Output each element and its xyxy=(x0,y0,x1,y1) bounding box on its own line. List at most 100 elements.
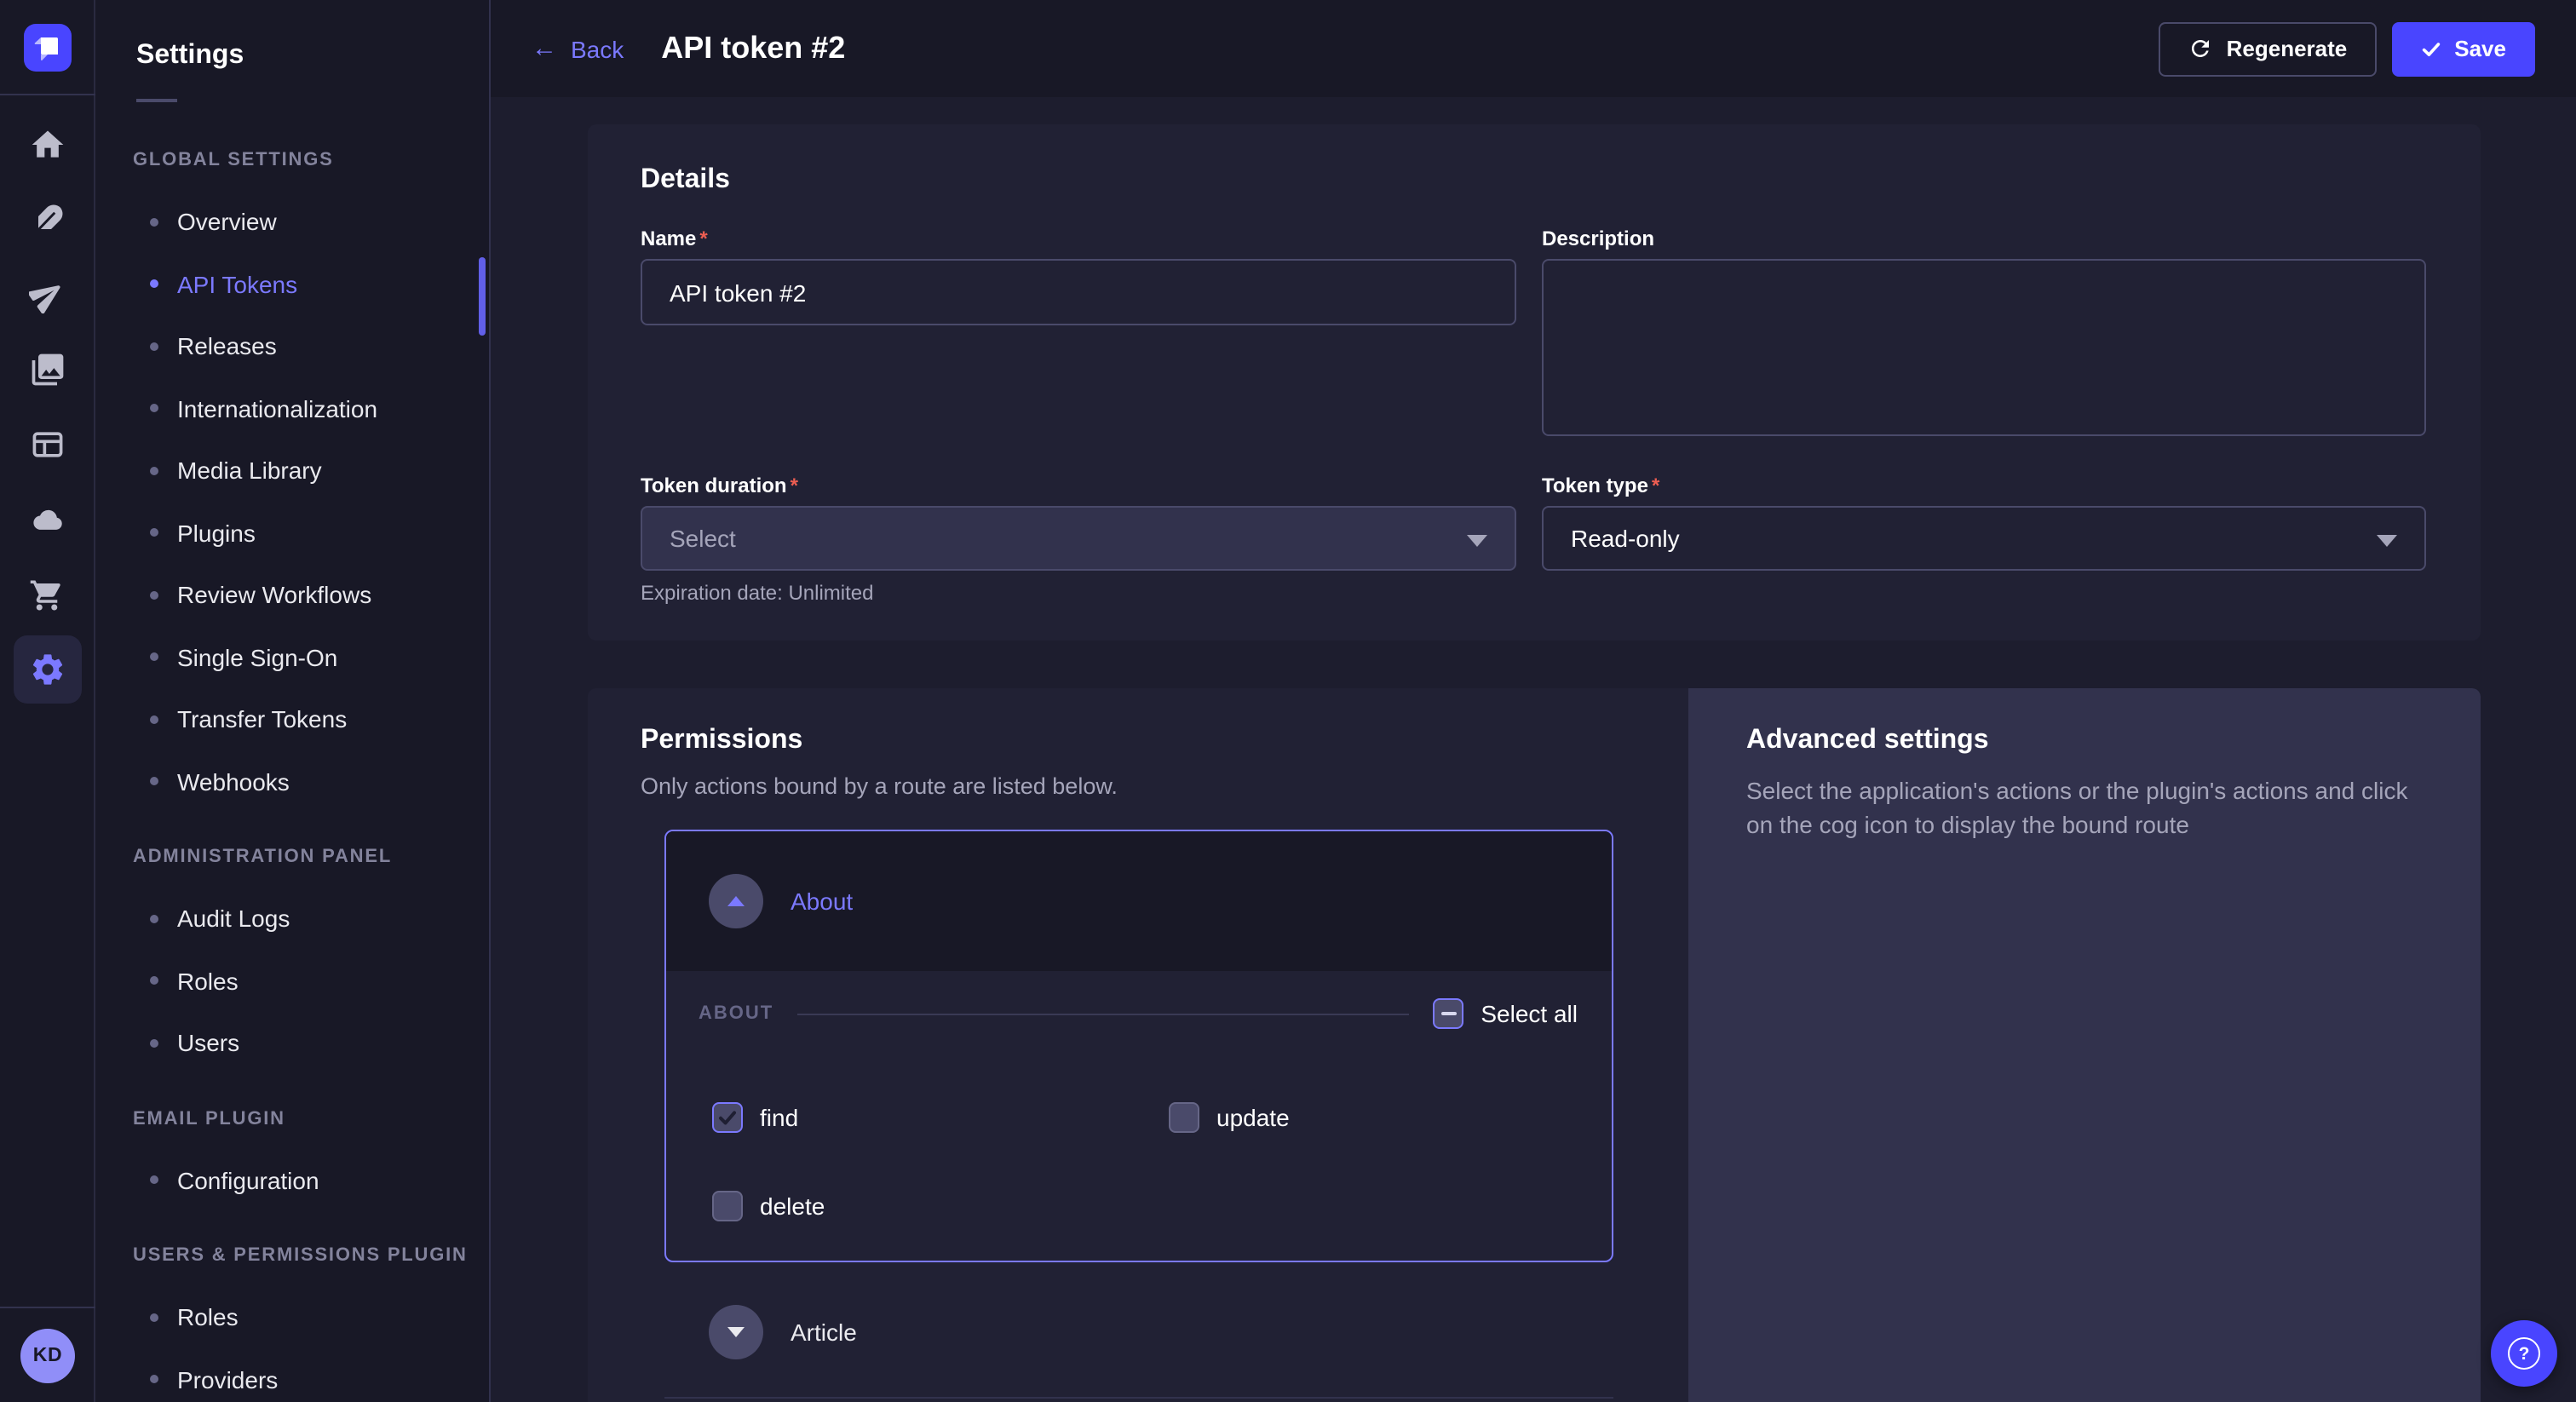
media-icon xyxy=(28,351,66,388)
rail-item-content-manager[interactable] xyxy=(9,407,84,482)
collapse-toggle-button[interactable] xyxy=(709,874,763,928)
sidebar-item-audit-logs[interactable]: Audit Logs xyxy=(95,888,489,950)
page-title: API token #2 xyxy=(661,31,845,66)
article-accordion-header[interactable]: Article xyxy=(664,1262,1613,1402)
sidebar-item-media-library[interactable]: Media Library xyxy=(95,440,489,502)
section-global-settings: GLOBAL SETTINGS xyxy=(95,123,489,191)
name-label: Name* xyxy=(641,227,708,250)
duration-helper-text: Expiration date: Unlimited xyxy=(641,580,873,604)
settings-active-background xyxy=(13,635,81,704)
token-duration-select[interactable]: Select xyxy=(641,506,1516,571)
required-asterisk: * xyxy=(699,227,707,250)
sidebar-item-releases[interactable]: Releases xyxy=(95,315,489,377)
rail-item-content[interactable] xyxy=(9,182,84,257)
required-asterisk: * xyxy=(1652,474,1659,497)
rail-item-marketplace[interactable] xyxy=(9,557,84,632)
bullet-icon xyxy=(150,218,158,227)
expand-toggle-button[interactable] xyxy=(709,1305,763,1359)
update-checkbox[interactable] xyxy=(1169,1102,1199,1133)
description-label: Description xyxy=(1542,227,1654,250)
name-input[interactable] xyxy=(641,259,1516,325)
chevron-down-icon xyxy=(2377,535,2397,547)
bullet-icon xyxy=(150,1176,158,1185)
help-button[interactable]: ? xyxy=(2491,1320,2557,1387)
token-type-select[interactable]: Read-only xyxy=(1542,506,2426,571)
chevron-down-icon xyxy=(727,1327,745,1337)
bullet-icon xyxy=(150,591,158,600)
home-icon xyxy=(28,126,66,164)
subnav-scrollbar-thumb[interactable] xyxy=(479,257,486,336)
regenerate-button[interactable]: Regenerate xyxy=(2159,21,2377,76)
select-all-checkbox[interactable] xyxy=(1433,998,1463,1029)
rail-item-settings[interactable] xyxy=(9,632,84,707)
subnav-title: Settings xyxy=(95,0,489,72)
sidebar-item-transfer-tokens[interactable]: Transfer Tokens xyxy=(95,688,489,750)
sidebar-item-webhooks[interactable]: Webhooks xyxy=(95,750,489,813)
details-card: Details Name* Description Token duration… xyxy=(587,124,2481,641)
check-icon xyxy=(717,1107,738,1128)
delete-checkbox[interactable] xyxy=(712,1191,743,1221)
advanced-settings-title: Advanced settings xyxy=(1746,726,1989,756)
token-duration-value: Select xyxy=(670,525,736,552)
sidebar-item-plugins[interactable]: Plugins xyxy=(95,502,489,564)
bullet-icon xyxy=(150,715,158,724)
sidebar-item-review-workflows[interactable]: Review Workflows xyxy=(95,564,489,626)
bullet-icon xyxy=(150,1376,158,1384)
bullet-icon xyxy=(150,1039,158,1048)
question-circle-icon: ? xyxy=(2508,1337,2540,1370)
bullet-icon xyxy=(150,977,158,985)
bullet-icon xyxy=(150,342,158,351)
section-divider-line xyxy=(797,1013,1409,1014)
actions-grid: find update delete xyxy=(712,1102,1571,1221)
sidebar-item-providers[interactable]: Providers xyxy=(95,1348,489,1402)
scroll-content: Details Name* Description Token duration… xyxy=(491,97,2576,1402)
main-nav-rail: KD xyxy=(0,0,95,1402)
send-icon xyxy=(28,276,66,313)
accordion-name: Article xyxy=(791,1319,857,1346)
check-icon xyxy=(2420,38,2441,59)
chevron-down-icon xyxy=(1467,535,1487,547)
rail-item-home[interactable] xyxy=(9,107,84,182)
strapi-logo-icon xyxy=(24,23,72,71)
rail-item-deploy[interactable] xyxy=(9,482,84,557)
sidebar-item-overview[interactable]: Overview xyxy=(95,191,489,253)
token-duration-label: Token duration* xyxy=(641,474,798,497)
save-button[interactable]: Save xyxy=(2391,21,2535,76)
section-email-plugin: EMAIL PLUGIN xyxy=(95,1081,489,1149)
sidebar-item-users[interactable]: Users xyxy=(95,1012,489,1074)
user-avatar[interactable]: KD xyxy=(20,1328,75,1382)
settings-subnav: Settings GLOBAL SETTINGS Overview API To… xyxy=(95,0,491,1402)
save-label: Save xyxy=(2454,36,2506,61)
indeterminate-dash-icon xyxy=(1440,1012,1456,1015)
section-administration-panel: ADMINISTRATION PANEL xyxy=(95,819,489,888)
bullet-icon xyxy=(150,778,158,786)
strapi-logo[interactable] xyxy=(0,0,95,95)
main-content: ← Back API token #2 Regenerate Save xyxy=(491,0,2576,1402)
description-input[interactable] xyxy=(1542,259,2426,436)
token-type-value: Read-only xyxy=(1571,525,1680,552)
advanced-settings-panel: Advanced settings Select the application… xyxy=(1688,688,2481,1402)
sidebar-item-admin-roles[interactable]: Roles xyxy=(95,950,489,1012)
cloud-icon xyxy=(28,501,66,538)
sidebar-item-api-tokens[interactable]: API Tokens xyxy=(95,253,489,315)
about-accordion-header[interactable]: About xyxy=(666,831,1612,971)
regenerate-label: Regenerate xyxy=(2227,36,2348,61)
back-arrow-icon: ← xyxy=(532,36,557,61)
rail-footer: KD xyxy=(0,1307,95,1402)
sidebar-item-single-sign-on[interactable]: Single Sign-On xyxy=(95,626,489,688)
back-link[interactable]: ← Back xyxy=(532,35,624,62)
sidebar-item-up-roles[interactable]: Roles xyxy=(95,1286,489,1348)
find-checkbox[interactable] xyxy=(712,1102,743,1133)
bullet-icon xyxy=(150,405,158,413)
sidebar-item-internationalization[interactable]: Internationalization xyxy=(95,377,489,440)
permissions-title: Permissions xyxy=(641,726,802,756)
rail-item-media-library[interactable] xyxy=(9,332,84,407)
advanced-settings-description: Select the application's actions or the … xyxy=(1746,773,2438,842)
section-users-permissions-plugin: USERS & PERMISSIONS PLUGIN xyxy=(95,1218,489,1286)
feather-icon xyxy=(28,201,66,238)
rail-item-releases[interactable] xyxy=(9,257,84,332)
action-update: update xyxy=(1169,1102,1571,1133)
about-section-label: ABOUT xyxy=(699,1003,773,1024)
sidebar-item-configuration[interactable]: Configuration xyxy=(95,1149,489,1211)
permissions-card: Permissions Only actions bound by a rout… xyxy=(587,688,2481,1402)
